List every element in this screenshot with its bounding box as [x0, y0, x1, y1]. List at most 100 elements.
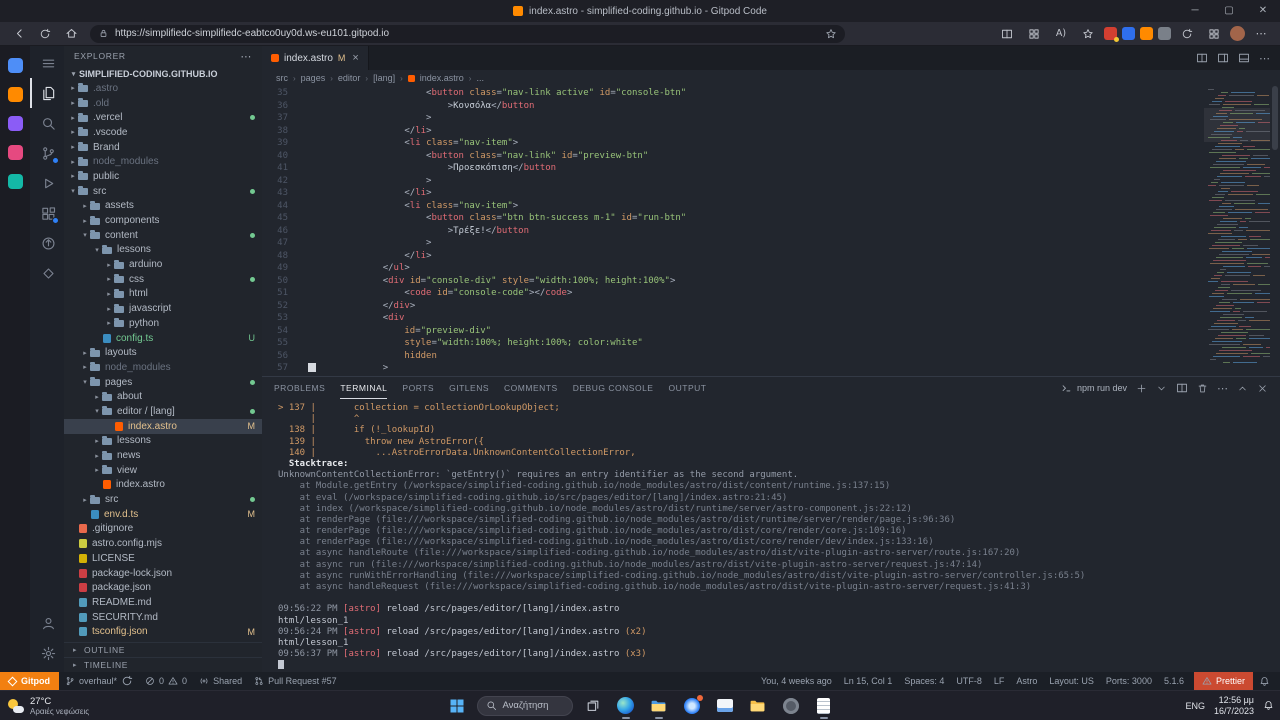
tree-folder-css[interactable]: ▸css — [64, 272, 262, 287]
activity-run-debug-icon[interactable] — [30, 168, 64, 198]
panel-tab-terminal[interactable]: TERMINAL — [340, 377, 387, 399]
tree-folder-content[interactable]: ▾content — [64, 228, 262, 243]
code-line[interactable]: 45 <button class="btn btn-success m-1" i… — [262, 212, 1204, 225]
terminal-line[interactable]: 09:56:37 PM [astro] reload /src/pages/ed… — [278, 649, 1272, 660]
breadcrumb-item-editor[interactable]: editor — [338, 73, 361, 83]
tree-folder-vercel[interactable]: ▸.vercel — [64, 110, 262, 125]
sidebar-app-pink-icon[interactable] — [8, 145, 23, 160]
edge-icon[interactable] — [613, 693, 639, 719]
breadcrumb-item-pages[interactable]: pages — [301, 73, 326, 83]
sidebar-app-blue-icon[interactable] — [8, 58, 23, 73]
taskbar-search[interactable]: Αναζήτηση — [477, 696, 573, 716]
read-aloud-icon[interactable]: A) — [1050, 25, 1072, 43]
tree-file-package-json[interactable]: package.json — [64, 580, 262, 595]
panel-tab-problems[interactable]: PROBLEMS — [274, 377, 325, 399]
tree-folder-html[interactable]: ▸html — [64, 287, 262, 302]
code-line[interactable]: 35 <button class="nav-link active" id="c… — [262, 87, 1204, 100]
terminal-line[interactable]: at eval (/workspace/simplified-coding.gi… — [278, 493, 1272, 504]
terminal-line[interactable]: html/lesson_1 — [278, 638, 1272, 649]
code-line[interactable]: 41 >Προεσκόπιση</button — [262, 162, 1204, 175]
explorer-more-icon[interactable]: ⋯ — [240, 50, 252, 63]
tree-folder-javascript[interactable]: ▸javascript — [64, 301, 262, 316]
tree-file-config-ts[interactable]: config.tsU — [64, 331, 262, 346]
new-terminal-icon[interactable] — [1136, 383, 1147, 394]
status-lf[interactable]: LF — [988, 676, 1011, 686]
code-line[interactable]: 48 </li> — [262, 250, 1204, 263]
code-line[interactable]: 51 <code id="console-code"></code> — [262, 287, 1204, 300]
tree-folder-python[interactable]: ▸python — [64, 316, 262, 331]
split-editor-icon[interactable] — [1196, 52, 1208, 64]
toggle-panel-icon[interactable] — [1238, 52, 1250, 64]
favorite-star-icon[interactable] — [825, 28, 837, 40]
terminal-line[interactable]: at renderPage (file:///workspace/simplif… — [278, 515, 1272, 526]
status-ports-3000[interactable]: Ports: 3000 — [1100, 676, 1158, 686]
sidebar-app-violet-icon[interactable] — [8, 116, 23, 131]
browser-icon[interactable] — [679, 693, 705, 719]
profile-avatar[interactable] — [1230, 26, 1245, 41]
status-astro[interactable]: Astro — [1010, 676, 1043, 686]
tree-folder-src[interactable]: ▾src — [64, 184, 262, 199]
terminal-line[interactable]: html/lesson_1 — [278, 616, 1272, 627]
tree-file-package-lock-json[interactable]: package-lock.json — [64, 566, 262, 581]
code-line[interactable]: 53 <div — [262, 312, 1204, 325]
terminal-line[interactable]: at Module.getEntry (/workspace/simplifie… — [278, 481, 1272, 492]
terminal-line[interactable]: 09:56:24 PM [astro] reload /src/pages/ed… — [278, 627, 1272, 638]
problems-indicator[interactable]: 0 0 — [139, 676, 193, 686]
code-line[interactable]: 52 </div> — [262, 300, 1204, 313]
password-extension-icon[interactable] — [1158, 27, 1171, 40]
breadcrumb-item-item[interactable]: ... — [476, 73, 484, 83]
tree-file-index-astro[interactable]: index.astroM — [64, 419, 262, 434]
status-5-1-6[interactable]: 5.1.6 — [1158, 676, 1190, 686]
sidebar-section-timeline[interactable]: ▸TIMELINE — [64, 657, 262, 672]
tree-folder-node-modules[interactable]: ▸node_modules — [64, 154, 262, 169]
panel-tab-output[interactable]: OUTPUT — [669, 377, 707, 399]
tree-file-index-astro[interactable]: index.astro — [64, 478, 262, 493]
code-line[interactable]: 50 <div id="console-div" style="width:10… — [262, 275, 1204, 288]
panel-more-icon[interactable]: ⋯ — [1217, 379, 1228, 397]
terminal-line[interactable]: at renderPage (file:///workspace/simplif… — [278, 526, 1272, 537]
start-button[interactable] — [444, 693, 470, 719]
terminal-output[interactable]: > 137 | collection = collectionOrLookupO… — [262, 399, 1280, 672]
code-line[interactable]: 39 <li class="nav-item"> — [262, 137, 1204, 150]
tree-root-folder[interactable]: ▾ SIMPLIFIED-CODING.GITHUB.IO — [64, 66, 262, 81]
folder-icon[interactable] — [745, 693, 771, 719]
refresh-icon[interactable] — [34, 24, 56, 44]
terminal-line[interactable]: at renderPage (file:///workspace/simplif… — [278, 537, 1272, 548]
terminal-line[interactable]: Stacktrace: — [278, 459, 1272, 470]
code-line[interactable]: 43 </li> — [262, 187, 1204, 200]
tree-folder-src[interactable]: ▸src — [64, 492, 262, 507]
code-line[interactable]: 42 > — [262, 175, 1204, 188]
terminal-line[interactable]: at async runWithErrorHandling (file:///w… — [278, 571, 1272, 582]
tree-folder-vscode[interactable]: ▸.vscode — [64, 125, 262, 140]
tree-folder-editor-lang[interactable]: ▾editor / [lang] — [64, 404, 262, 419]
panel-tab-comments[interactable]: COMMENTS — [504, 377, 558, 399]
tree-folder-arduino[interactable]: ▸arduino — [64, 257, 262, 272]
tree-folder-node-modules[interactable]: ▸node_modules — [64, 360, 262, 375]
terminal-line[interactable]: 140 | ...AstroErrorData.UnknownContentCo… — [278, 448, 1272, 459]
split-terminal-icon[interactable] — [1176, 382, 1188, 394]
tree-folder-pages[interactable]: ▾pages — [64, 375, 262, 390]
tree-folder-lessons[interactable]: ▸lessons — [64, 434, 262, 449]
code-line[interactable]: 38 </li> — [262, 125, 1204, 138]
activity-search-icon[interactable] — [30, 108, 64, 138]
tree-folder-brand[interactable]: ▸Brand — [64, 140, 262, 155]
activity-gitpod-icon[interactable] — [30, 258, 64, 288]
editor-scrollbar[interactable] — [1270, 86, 1280, 376]
bing-extension-icon[interactable] — [1122, 27, 1135, 40]
task-view-button[interactable] — [580, 693, 606, 719]
activity-settings-icon[interactable] — [30, 638, 64, 668]
code-line[interactable]: 36 >Κονσόλα</button — [262, 100, 1204, 113]
split-screen-icon[interactable] — [996, 25, 1018, 43]
sync-icon[interactable] — [1176, 25, 1198, 43]
favorites-star-icon[interactable] — [1077, 25, 1099, 43]
code-area[interactable]: 35 <button class="nav-link active" id="c… — [262, 86, 1204, 376]
customize-layout-icon[interactable] — [1217, 52, 1229, 64]
editor-tab-index-astro[interactable]: index.astro M × — [262, 46, 369, 70]
status-spaces-4[interactable]: Spaces: 4 — [898, 676, 950, 686]
code-line[interactable]: 55 style="width:100%; height:100%; color… — [262, 337, 1204, 350]
shared-indicator[interactable]: Shared — [193, 676, 248, 686]
terminal-line[interactable] — [278, 593, 1272, 604]
more-menu-icon[interactable]: ⋯ — [1250, 25, 1272, 43]
gitpod-extension-icon[interactable] — [1140, 27, 1153, 40]
terminal-line[interactable]: at async handleRequest (file:///workspac… — [278, 582, 1272, 593]
